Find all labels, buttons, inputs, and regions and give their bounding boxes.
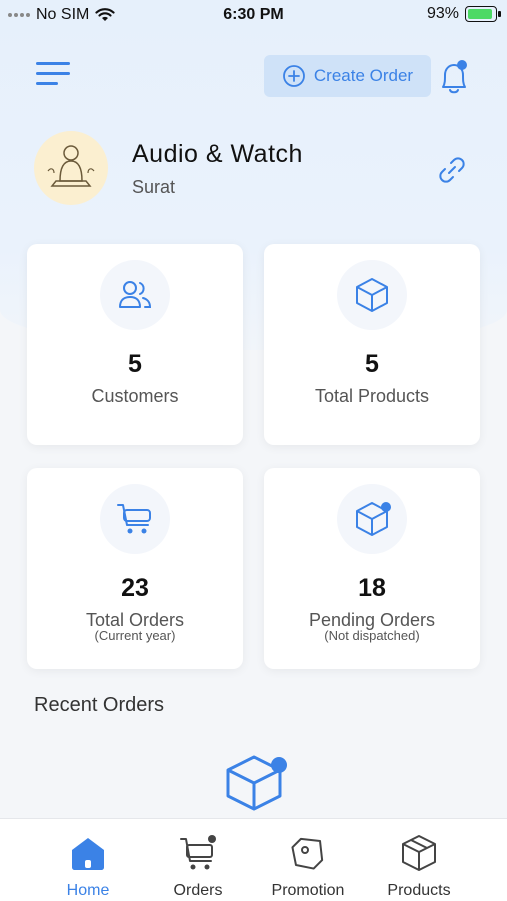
create-order-label: Create Order <box>313 66 414 85</box>
tab-home-label: Home <box>66 882 110 899</box>
total-orders-card[interactable]: 23 Total Orders (Current year) <box>27 468 243 669</box>
customers-icon-bg <box>100 260 170 330</box>
tag-icon <box>291 837 324 870</box>
total-orders-sublabel: (Current year) <box>94 628 176 643</box>
customers-label: Customers <box>91 386 179 406</box>
orders-icon-bg <box>100 484 170 554</box>
customers-card[interactable]: 5 Customers <box>27 244 243 445</box>
cart-icon <box>180 835 216 870</box>
store-city: Surat <box>132 177 176 197</box>
bottom-tab-bar: Home Orders Promotion Products <box>0 818 507 901</box>
box-icon <box>356 278 388 312</box>
notification-bell-icon[interactable] <box>436 56 472 98</box>
home-icon <box>72 838 104 870</box>
total-products-label: Total Products <box>314 386 430 406</box>
link-icon[interactable] <box>434 152 470 188</box>
box-notification-icon <box>356 502 391 536</box>
store-name: Audio & Watch <box>132 140 303 168</box>
create-order-button[interactable]: Create Order <box>264 55 431 97</box>
products-icon-bg <box>337 260 407 330</box>
pending-orders-count: 18 <box>358 574 386 602</box>
tab-promotion-label: Promotion <box>271 882 345 899</box>
users-icon <box>119 281 152 308</box>
tab-orders[interactable]: Orders <box>143 819 253 901</box>
customers-count: 5 <box>128 350 142 378</box>
tab-home[interactable]: Home <box>33 819 143 901</box>
tab-promotion[interactable]: Promotion <box>253 819 363 901</box>
total-products-count: 5 <box>365 350 379 378</box>
pending-orders-sublabel: (Not dispatched) <box>324 628 420 643</box>
plus-circle-icon <box>282 65 305 87</box>
total-orders-count: 23 <box>121 574 149 602</box>
cart-icon <box>117 504 151 534</box>
pending-icon-bg <box>337 484 407 554</box>
battery-percent: 93% <box>426 5 459 22</box>
tab-products[interactable]: Products <box>364 819 474 901</box>
status-bar: No SIM 6:30 PM 93% <box>0 0 507 30</box>
tab-products-label: Products <box>387 882 451 899</box>
box-icon <box>402 835 436 871</box>
recent-orders-title: Recent Orders <box>34 694 165 716</box>
battery-icon <box>465 6 501 22</box>
tab-orders-label: Orders <box>173 882 223 899</box>
store-avatar <box>34 131 108 205</box>
menu-button[interactable] <box>36 62 74 92</box>
pending-orders-card[interactable]: 18 Pending Orders (Not dispatched) <box>264 468 480 669</box>
total-products-card[interactable]: 5 Total Products <box>264 244 480 445</box>
empty-orders-box-icon <box>226 755 287 811</box>
